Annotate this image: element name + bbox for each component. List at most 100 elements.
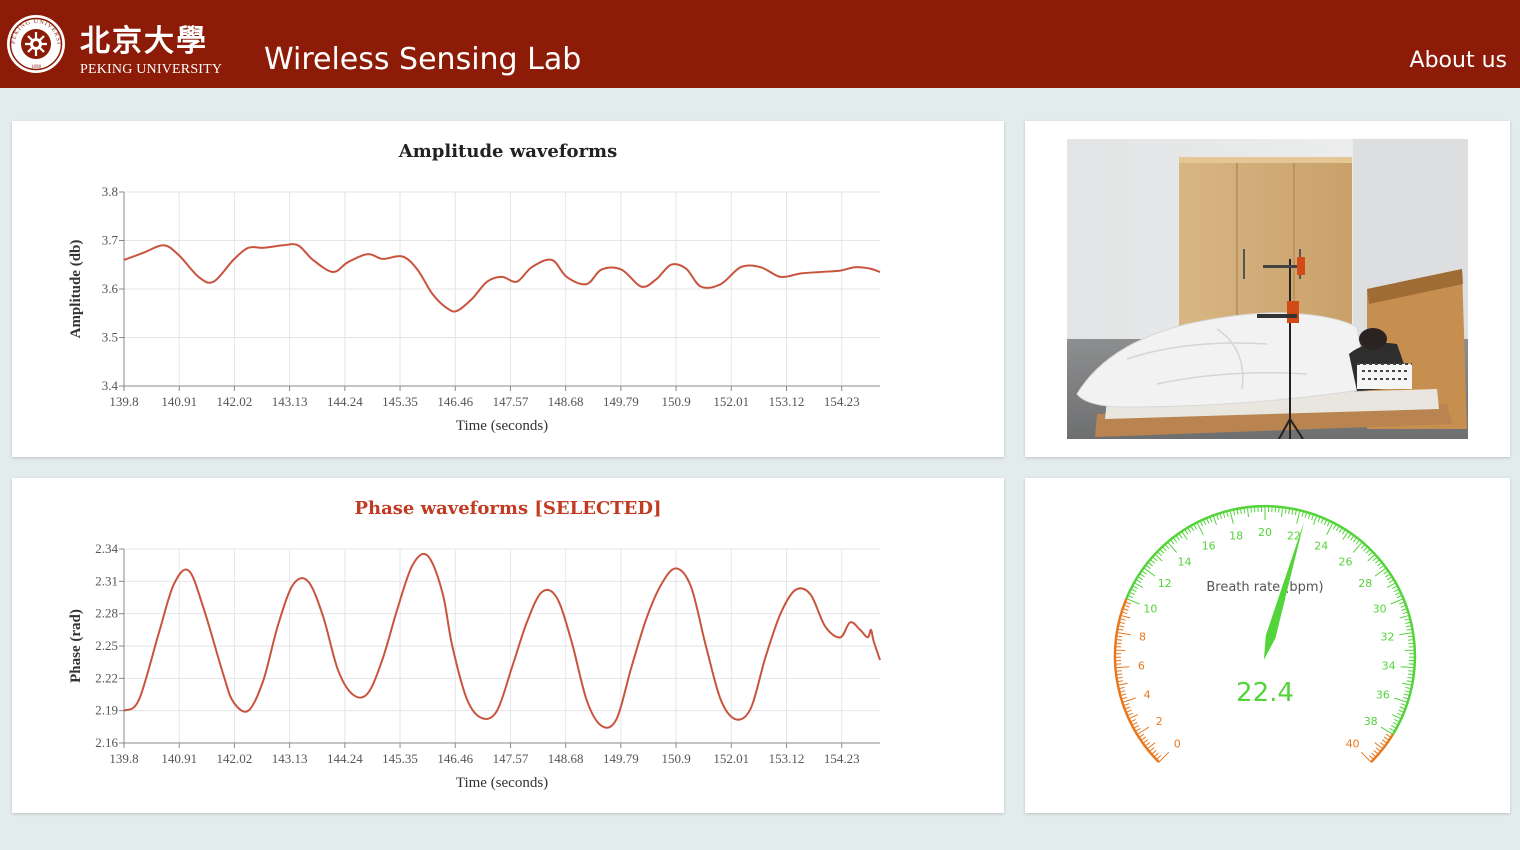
gauge-tick <box>1115 666 1130 669</box>
gauge-tick <box>1391 714 1402 720</box>
gauge-tick <box>1122 697 1136 703</box>
phase-y-axis-label: Phase (rad) <box>68 609 84 683</box>
phase-y-tick-label: 2.22 <box>95 670 118 685</box>
gauge-tick <box>1281 506 1284 518</box>
amplitude-x-tick-label: 144.24 <box>327 394 363 409</box>
amplitude-y-tick-label: 3.8 <box>102 184 118 199</box>
phase-x-tick-label: 152.01 <box>713 751 749 766</box>
peking-university-seal-icon: PEKING UNIVERSITY 1898 <box>6 14 65 73</box>
seal-year: 1898 <box>31 65 42 70</box>
gauge-tick <box>1120 614 1131 619</box>
camera-photo-card <box>1025 121 1510 457</box>
gauge-tick <box>1326 522 1334 536</box>
bedroom-sleeping-photo <box>1067 139 1468 439</box>
gauge-tick <box>1246 506 1249 518</box>
gauge-tick <box>1380 726 1394 735</box>
amplitude-x-tick-label: 152.01 <box>713 394 749 409</box>
logo-chinese-text: 北京大學 <box>80 24 208 59</box>
phase-x-tick-label: 143.13 <box>272 751 308 766</box>
gauge-tick <box>1128 714 1139 720</box>
gauge-arc-high <box>1370 733 1394 763</box>
phase-x-tick-label: 144.24 <box>327 751 363 766</box>
phase-x-tick-label: 149.79 <box>603 751 639 766</box>
gauge-tick <box>1167 541 1178 553</box>
phase-chart-card[interactable]: Phase waveforms [SELECTED] 139.8 140.91 14… <box>12 478 1004 813</box>
gauge-tick-label: 0 <box>1174 738 1181 751</box>
phase-x-tick-label: 142.02 <box>217 751 253 766</box>
gauge-tick-label: 16 <box>1202 540 1216 553</box>
gauge-tick <box>1399 614 1410 619</box>
about-us-link[interactable]: About us <box>1410 48 1507 73</box>
gauge-tick-label: 18 <box>1229 529 1243 542</box>
gauge-tick-label: 6 <box>1138 660 1145 673</box>
gauge-tick <box>1116 632 1131 636</box>
amplitude-x-tick-label: 139.8 <box>109 394 138 409</box>
gauge-tick <box>1196 522 1204 536</box>
phase-x-tick-label: 147.57 <box>493 751 529 766</box>
gauge-tick <box>1229 509 1234 524</box>
gauge-tick <box>1212 515 1217 525</box>
gauge-tick <box>1399 632 1414 636</box>
phase-y-tick-label: 2.31 <box>95 573 118 588</box>
phase-y-tick-label: 2.19 <box>95 703 118 718</box>
gauge-tick <box>1136 726 1150 735</box>
phase-x-tick-label: 148.68 <box>548 751 584 766</box>
amplitude-x-tick-label: 145.35 <box>382 394 418 409</box>
gauge-tick <box>1296 509 1301 524</box>
amplitude-x-tick-label: 142.02 <box>217 394 253 409</box>
amplitude-x-tick-label: 140.91 <box>161 394 197 409</box>
gauge-tick-label: 30 <box>1373 603 1387 616</box>
phase-x-tick-label: 145.35 <box>382 751 418 766</box>
gauge-tick-label: 14 <box>1178 556 1192 569</box>
gauge-value: 22.4 <box>1236 678 1294 708</box>
gauge-tick <box>1313 515 1318 525</box>
gauge-tick <box>1402 682 1413 686</box>
amplitude-y-tick-label: 3.6 <box>102 281 119 296</box>
gauge-tick-label: 38 <box>1364 715 1378 728</box>
phase-x-tick-label: 140.91 <box>161 751 197 766</box>
gauge-tick-label: 40 <box>1346 738 1360 751</box>
gauge-tick <box>1352 541 1363 553</box>
gauge-tick-label: 28 <box>1358 577 1372 590</box>
amplitude-x-tick-label: 148.68 <box>548 394 584 409</box>
phase-x-tick-label: 139.8 <box>109 751 138 766</box>
gauge-tick-label: 4 <box>1144 688 1151 701</box>
amplitude-x-tick-label: 150.9 <box>661 394 690 409</box>
gauge-tick-label: 32 <box>1381 631 1395 644</box>
amplitude-x-tick-label: 153.12 <box>769 394 805 409</box>
amplitude-x-tick-label: 143.13 <box>272 394 308 409</box>
phase-x-tick-label: 153.12 <box>769 751 805 766</box>
gauge-tick <box>1400 666 1415 669</box>
phase-x-axis-label: Time (seconds) <box>456 775 548 791</box>
amplitude-x-tick-label: 154.23 <box>824 394 860 409</box>
phase-x-tick-label: 154.23 <box>824 751 860 766</box>
phase-y-tick-label: 2.34 <box>95 541 118 556</box>
gauge-tick <box>1117 682 1128 686</box>
amplitude-chart: 139.8 140.91 142.02 143.13 144.24 145.35 146.4… <box>68 184 881 434</box>
amplitude-y-tick-label: 3.5 <box>102 330 118 345</box>
gauge-tick <box>1360 751 1372 763</box>
site-title: Wireless Sensing Lab <box>264 42 582 77</box>
amplitude-x-tick-label: 147.57 <box>493 394 529 409</box>
amplitude-chart-card: Amplitude waveforms 139.8 140.91 142.02 143… <box>12 121 1004 457</box>
breath-rate-gauge-card: 0 2 4 6 8 10 12 14 16 18 20 22 24 26 28 30 32 34 36 38 40 Br… <box>1025 478 1510 813</box>
gauge-label: Breath rate (bpm) <box>1206 580 1323 595</box>
gauge-tick-label: 36 <box>1376 688 1390 701</box>
gauge-tick-label: 12 <box>1158 577 1172 590</box>
amplitude-x-tick-label: 149.79 <box>603 394 639 409</box>
gauge-tick <box>1158 751 1170 763</box>
gauge-tick-label: 2 <box>1156 715 1163 728</box>
logo-english-text: PEKING UNIVERSITY <box>80 62 223 77</box>
amplitude-y-tick-label: 3.7 <box>102 233 119 248</box>
gauge-tick <box>1374 567 1387 577</box>
amplitude-x-axis-label: Time (seconds) <box>456 418 548 434</box>
amplitude-x-tick-label: 146.46 <box>437 394 473 409</box>
phase-y-tick-label: 2.16 <box>95 735 118 750</box>
phase-x-tick-label: 146.46 <box>437 751 473 766</box>
breath-rate-gauge: 024681012141618 20 22242628303234363840 Br… <box>1113 505 1417 763</box>
phase-chart: 139.8 140.91 142.02 143.13 144.24 145.35 146.4… <box>68 541 881 791</box>
amplitude-series-line <box>123 243 881 313</box>
amplitude-y-tick-label: 3.4 <box>102 378 119 393</box>
phase-x-tick-label: 150.9 <box>661 751 690 766</box>
gauge-tick-label: 20 <box>1258 526 1272 539</box>
